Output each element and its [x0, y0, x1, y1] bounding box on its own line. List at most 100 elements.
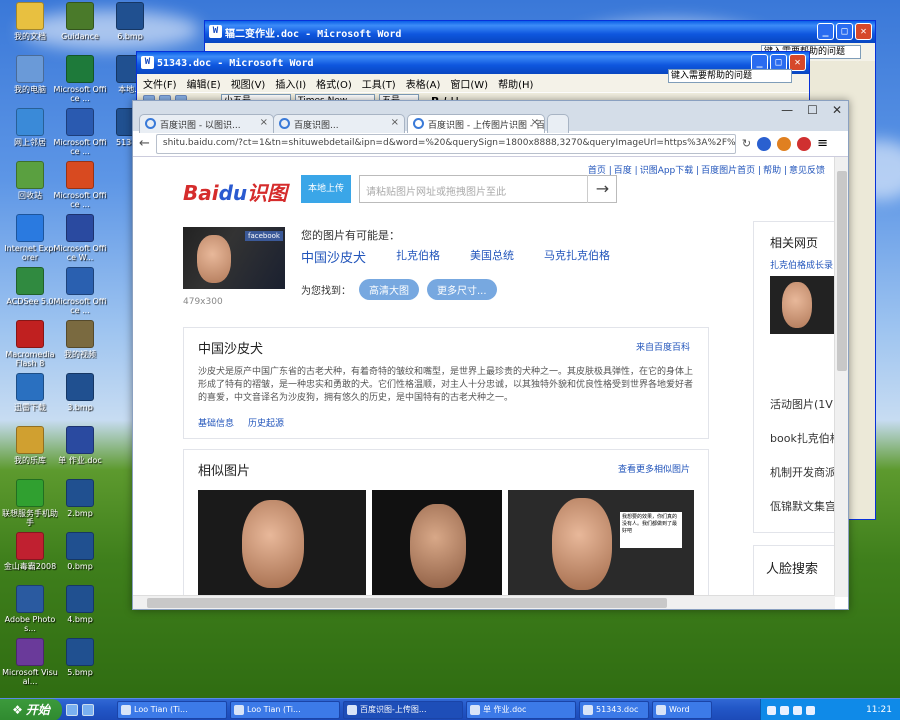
quicklaunch-ie-icon[interactable] [66, 703, 78, 716]
menu-icon[interactable]: ≡ [817, 136, 828, 151]
tab-1[interactable]: 百度识图 - 以图识... × [139, 114, 274, 133]
baike-link[interactable]: 历史起源 [248, 416, 284, 429]
upload-button[interactable]: 本地上传 [301, 175, 351, 203]
desktop-icon[interactable]: 5.bmp [52, 638, 108, 677]
guess-link[interactable]: 中国沙皮犬 [301, 247, 366, 266]
minimize-icon[interactable]: _ [817, 23, 834, 40]
related-item[interactable]: 机制开发商派 [770, 464, 835, 498]
close-icon[interactable]: ✕ [832, 103, 842, 117]
desktop-icon[interactable]: Internet Explorer [2, 214, 58, 262]
maximize-icon[interactable]: □ [836, 23, 853, 40]
new-tab-button[interactable] [547, 114, 569, 133]
top-link[interactable]: 百度图片首页 | [701, 163, 761, 176]
related-item[interactable]: 佤锦默文集宫 [770, 498, 835, 532]
start-button[interactable]: ❖ 开始 [0, 698, 62, 720]
vertical-scrollbar[interactable] [834, 157, 848, 597]
taskbar-button[interactable]: 百度识图-上传图... [343, 700, 463, 719]
desktop-icon[interactable]: 单 作业.doc [52, 426, 108, 465]
word-menu-item[interactable]: 工具(T) [362, 76, 396, 91]
tab-close-icon[interactable]: × [260, 117, 268, 128]
desktop-icon[interactable]: 0.bmp [52, 532, 108, 571]
desktop-icon[interactable]: ACDSee 5.0 [2, 267, 58, 306]
word-menu-item[interactable]: 表格(A) [406, 76, 441, 91]
tab-3-active[interactable]: 百度识图 - 上传图片识图 - 百... × [407, 114, 545, 133]
taskbar-button[interactable]: Word [652, 700, 712, 719]
address-bar[interactable]: shitu.baidu.com/?ct=1&tn=shituwebdetail&… [155, 133, 736, 154]
extension-icon[interactable] [757, 136, 772, 151]
desktop-icon[interactable]: 4.bmp [52, 585, 108, 624]
desktop-icon[interactable]: Microsoft Visual... [2, 638, 58, 686]
reload-icon[interactable]: ↻ [742, 137, 751, 150]
similar-image-2[interactable] [372, 490, 502, 597]
desktop-icon[interactable]: Macromedia Flash 8 [2, 320, 58, 368]
top-link[interactable]: 意见反馈 [789, 163, 825, 176]
quicklaunch-desktop-icon[interactable] [82, 703, 94, 716]
tray-icon[interactable] [793, 705, 802, 715]
desktop-icon[interactable]: 网上邻居 [2, 108, 58, 147]
baike-source-link[interactable]: 来自百度百科 [636, 340, 690, 353]
baidu-logo[interactable]: Baidu识图 [183, 177, 287, 206]
desktop-icon[interactable]: Guidance [52, 2, 108, 41]
minimize-icon[interactable]: — [781, 103, 793, 117]
tray-icon[interactable] [806, 705, 815, 715]
desktop-icon[interactable]: 我的文档 [2, 2, 58, 41]
word-menu-item[interactable]: 视图(V) [231, 76, 266, 91]
top-link[interactable]: 百度 | [614, 163, 638, 176]
word-front-help-box[interactable]: 键入需要帮助的问题 [668, 69, 792, 83]
desktop-icon[interactable]: 我的视频 [52, 320, 108, 359]
desktop-icon[interactable]: Microsoft Office ... [52, 161, 108, 209]
more-sizes-button[interactable]: 更多尺寸... [427, 279, 497, 300]
desktop-icon[interactable]: Microsoft Office ... [52, 55, 108, 103]
top-link[interactable]: 帮助 | [763, 163, 787, 176]
query-thumbnail[interactable]: facebook [183, 227, 285, 289]
desktop-icon[interactable]: Microsoft Office W... [52, 214, 108, 262]
guess-link[interactable]: 美国总统 [470, 247, 514, 266]
desktop-icon[interactable]: 2.bmp [52, 479, 108, 518]
word-menu-item[interactable]: 插入(I) [275, 76, 306, 91]
tab-close-icon[interactable]: × [391, 117, 399, 128]
word-menu-item[interactable]: 文件(F) [143, 76, 177, 91]
top-link[interactable]: 识图App下载 | [640, 163, 699, 176]
desktop-icon[interactable]: 6.bmp [102, 2, 158, 41]
similar-more-link[interactable]: 查看更多相似图片 [618, 462, 690, 475]
back-icon[interactable]: ← [139, 136, 150, 151]
related-item[interactable]: 活动图片(1V [770, 396, 835, 430]
tab-2[interactable]: 百度识图... × [273, 114, 405, 133]
guess-link[interactable]: 扎克伯格 [396, 247, 440, 266]
desktop-icon[interactable]: 回收站 [2, 161, 58, 200]
desktop-icon[interactable]: 3.bmp [52, 373, 108, 412]
desktop-icon[interactable]: 金山毒霸2008 [2, 532, 58, 571]
search-input[interactable]: 请粘贴图片网址或拖拽图片至此 [359, 175, 617, 203]
close-icon[interactable]: ✕ [855, 23, 872, 40]
tab-close-icon[interactable]: × [531, 117, 539, 128]
taskbar-button[interactable]: Loo Tian (Ti... [117, 700, 227, 719]
word-menu-item[interactable]: 窗口(W) [450, 76, 488, 91]
maximize-icon[interactable]: ☐ [807, 103, 818, 117]
desktop-icon[interactable]: 迅雷下载 [2, 373, 58, 412]
hd-image-button[interactable]: 高清大图 [359, 279, 419, 300]
word-menu-item[interactable]: 格式(O) [316, 76, 352, 91]
word-menu-item[interactable]: 帮助(H) [498, 76, 533, 91]
network-icon[interactable] [767, 705, 776, 715]
guess-link[interactable]: 马克扎克伯格 [544, 247, 610, 266]
taskbar-button[interactable]: Loo Tian (Ti... [230, 700, 340, 719]
desktop-icon[interactable]: 联想服务手机助手 [2, 479, 58, 527]
desktop-icon[interactable]: 我的乐库 [2, 426, 58, 465]
related-link[interactable]: 扎克伯格成长录 [770, 258, 833, 271]
taskbar-button[interactable]: 51343.doc [579, 700, 649, 719]
browser-window[interactable]: 百度识图 - 以图识... × 百度识图... × 百度识图 - 上传图片识图 - … [132, 100, 849, 610]
word-menu-item[interactable]: 编辑(E) [187, 76, 221, 91]
related-item[interactable]: book扎克伯格 [770, 430, 835, 464]
volume-icon[interactable] [780, 705, 789, 715]
baike-link[interactable]: 基础信息 [198, 416, 234, 429]
desktop-icon[interactable]: 我的电脑 [2, 55, 58, 94]
search-arrow-icon[interactable]: → [587, 175, 617, 203]
extension-icon[interactable] [797, 136, 812, 151]
related-thumbnail[interactable] [770, 276, 835, 334]
taskbar-button[interactable]: 单 作业.doc [466, 700, 576, 719]
desktop-icon[interactable]: Microsoft Office ... [52, 108, 108, 156]
similar-image-1[interactable] [198, 490, 366, 597]
desktop-icon[interactable]: Microsoft Office ... [52, 267, 108, 315]
similar-image-3[interactable]: 我想要的效果，你们真的没有人。我们都做到了最好吧 [508, 490, 694, 597]
word-back-titlebar[interactable]: W 辐二变作业.doc - Microsoft Word _ □ ✕ [205, 21, 875, 43]
